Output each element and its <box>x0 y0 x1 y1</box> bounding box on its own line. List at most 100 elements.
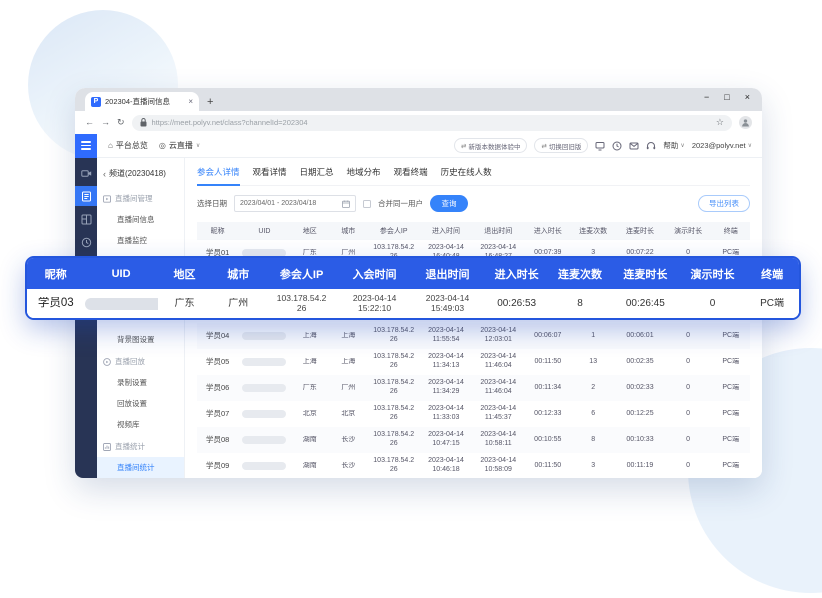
callout-cell: 00:26:53 <box>484 298 549 309</box>
rail-list-item-active[interactable] <box>75 186 97 206</box>
sidebar-item-label: 录制设置 <box>117 378 147 387</box>
table-cell: 学员06 <box>197 383 238 392</box>
table-cell: 0 <box>665 358 712 367</box>
maximize-icon[interactable]: □ <box>724 92 729 102</box>
forward-icon[interactable]: → <box>101 118 110 127</box>
new-version-pill[interactable]: ⇄ 新版本数据体验中 <box>454 138 527 153</box>
column-header: 连麦时长 <box>615 226 665 236</box>
callout-column-header: 连麦时长 <box>611 266 680 282</box>
table-cell: 上海 <box>291 358 330 367</box>
search-button[interactable]: 查询 <box>430 195 468 212</box>
tab-3[interactable]: 日期汇总 <box>300 166 334 185</box>
history-clock-icon[interactable] <box>612 141 622 151</box>
callout-cell: 2023-04-14 15:22:10 <box>338 294 411 313</box>
sidebar-item[interactable]: 视频库 <box>97 414 184 435</box>
sidebar-item-label: 直播监控 <box>117 236 147 245</box>
table-cell: 8 <box>571 436 615 445</box>
tab-2[interactable]: 观看详情 <box>253 166 287 185</box>
table-cell: 2023-04-14 11:45:37 <box>472 405 524 423</box>
tab-4[interactable]: 地域分布 <box>347 166 381 185</box>
tab-1[interactable]: 参会人详情 <box>197 166 240 186</box>
sidebar-channel-back[interactable]: ‹ 频道(20230418) <box>97 164 184 187</box>
url-text: https://meet.polyv.net/class?channelId=2… <box>152 118 711 127</box>
export-list-button[interactable]: 导出列表 <box>698 195 750 212</box>
hamburger-menu-icon[interactable] <box>75 134 97 158</box>
bookmark-star-icon[interactable]: ☆ <box>716 118 724 127</box>
table-cell: 广州 <box>329 384 368 393</box>
lock-icon <box>140 118 147 127</box>
tab-6[interactable]: 历史在线人数 <box>441 166 492 185</box>
uid-redacted-pill <box>242 462 286 470</box>
message-icon[interactable] <box>629 141 639 151</box>
date-range-input[interactable]: 2023/04/01 - 2023/04/18 <box>234 195 356 212</box>
screenshot-canvas: P 202304-直播间信息 × + − □ × ← → ↻ https://m… <box>0 0 822 598</box>
nav-platform-overview[interactable]: ⌂ 平台总览 <box>108 140 148 151</box>
nav-cloud-live-label: 云直播 <box>169 140 193 151</box>
sidebar-groups-container: 直播间管理直播间信息直播监控页面装饰NEW背景图设置直播回放录制设置回放设置视频… <box>97 187 184 478</box>
sidebar-item[interactable]: 录制设置 <box>97 372 184 393</box>
tab-close-icon[interactable]: × <box>188 98 193 106</box>
table-cell: 0 <box>665 410 712 419</box>
back-icon[interactable]: ← <box>85 118 94 127</box>
column-header: 退出时间 <box>472 226 524 236</box>
table-cell: 学员09 <box>197 461 238 470</box>
url-omnibox[interactable]: https://meet.polyv.net/class?channelId=2… <box>132 115 732 131</box>
rail-clock-item[interactable] <box>75 232 97 252</box>
tab-5[interactable]: 观看终端 <box>394 166 428 185</box>
table-cell: PC端 <box>712 436 751 445</box>
callout-cell: 103.178.54.2 26 <box>265 294 338 313</box>
table-cell: 00:12:25 <box>615 410 665 419</box>
sidebar-item[interactable]: 直播间统计 <box>97 457 184 478</box>
nav-platform-overview-label: 平台总览 <box>116 140 148 151</box>
browser-tab[interactable]: P 202304-直播间信息 × <box>85 92 199 111</box>
layout-grid-icon <box>81 214 92 225</box>
sidebar-group-3[interactable]: 直播统计 <box>97 435 184 457</box>
sidebar-group-2[interactable]: 直播回放 <box>97 350 184 372</box>
table-cell: 学员04 <box>197 331 238 340</box>
swap-icon: ⇄ <box>541 142 546 150</box>
switch-old-version-pill[interactable]: ⇄ 切换回旧版 <box>534 138 588 153</box>
table-cell: 上海 <box>329 332 368 341</box>
column-header: 昵称 <box>197 226 238 236</box>
sidebar-item-label: 直播间信息 <box>117 215 155 224</box>
table-cell: 1 <box>571 332 615 341</box>
table-cell: 2023-04-14 10:47:15 <box>420 431 472 449</box>
close-icon[interactable]: × <box>745 92 750 102</box>
monitor-icon[interactable] <box>595 141 605 151</box>
callout-cell: 广东 <box>158 298 212 309</box>
nav-cloud-live[interactable]: ◎ 云直播 ∨ <box>159 140 200 151</box>
callout-cell: PC端 <box>745 298 799 309</box>
browser-profile-avatar[interactable] <box>739 116 752 129</box>
sidebar-group-label: 直播间管理 <box>115 193 153 204</box>
help-menu[interactable]: 帮助 ∨ <box>663 140 684 151</box>
refresh-icon[interactable]: ↻ <box>117 118 125 127</box>
rail-layout-item[interactable] <box>75 209 97 229</box>
stats-icon <box>103 443 111 451</box>
table-cell: 00:06:07 <box>524 332 571 341</box>
table-row: 学员09湖南长沙103.178.54.2 262023-04-14 10:46:… <box>197 453 750 478</box>
table-cell: 湖南 <box>291 462 330 471</box>
channel-label: 频道(20230418) <box>109 168 166 179</box>
rail-camera-item[interactable] <box>75 163 97 183</box>
new-tab-button[interactable]: + <box>207 97 213 108</box>
sidebar-item[interactable]: 背景图设置 <box>97 329 184 350</box>
account-menu[interactable]: 2023@polyv.net ∨ <box>692 141 752 150</box>
sidebar-item[interactable]: 直播监控 <box>97 230 184 251</box>
table-cell: 2023-04-14 10:58:11 <box>472 431 524 449</box>
minimize-icon[interactable]: − <box>704 92 709 102</box>
table-cell: 学员05 <box>197 357 238 366</box>
table-cell: 上海 <box>329 358 368 367</box>
browser-tab-bar: P 202304-直播间信息 × + − □ × <box>75 88 762 111</box>
clock-icon <box>81 237 92 248</box>
merge-user-checkbox[interactable] <box>363 200 371 208</box>
headset-service-icon[interactable] <box>646 141 656 151</box>
table-row: 学员08湖南长沙103.178.54.2 262023-04-14 10:47:… <box>197 427 750 453</box>
sidebar-item[interactable]: 回放设置 <box>97 393 184 414</box>
callout-cell: 学员03 <box>27 297 85 310</box>
sidebar-group-1[interactable]: 直播间管理 <box>97 187 184 209</box>
sidebar-item[interactable]: 直播间信息 <box>97 209 184 230</box>
column-header: 进入时长 <box>524 226 571 236</box>
table-cell: 00:02:35 <box>615 358 665 367</box>
table-cell: 广东 <box>291 384 330 393</box>
callout-column-header: 入会时间 <box>338 266 411 282</box>
